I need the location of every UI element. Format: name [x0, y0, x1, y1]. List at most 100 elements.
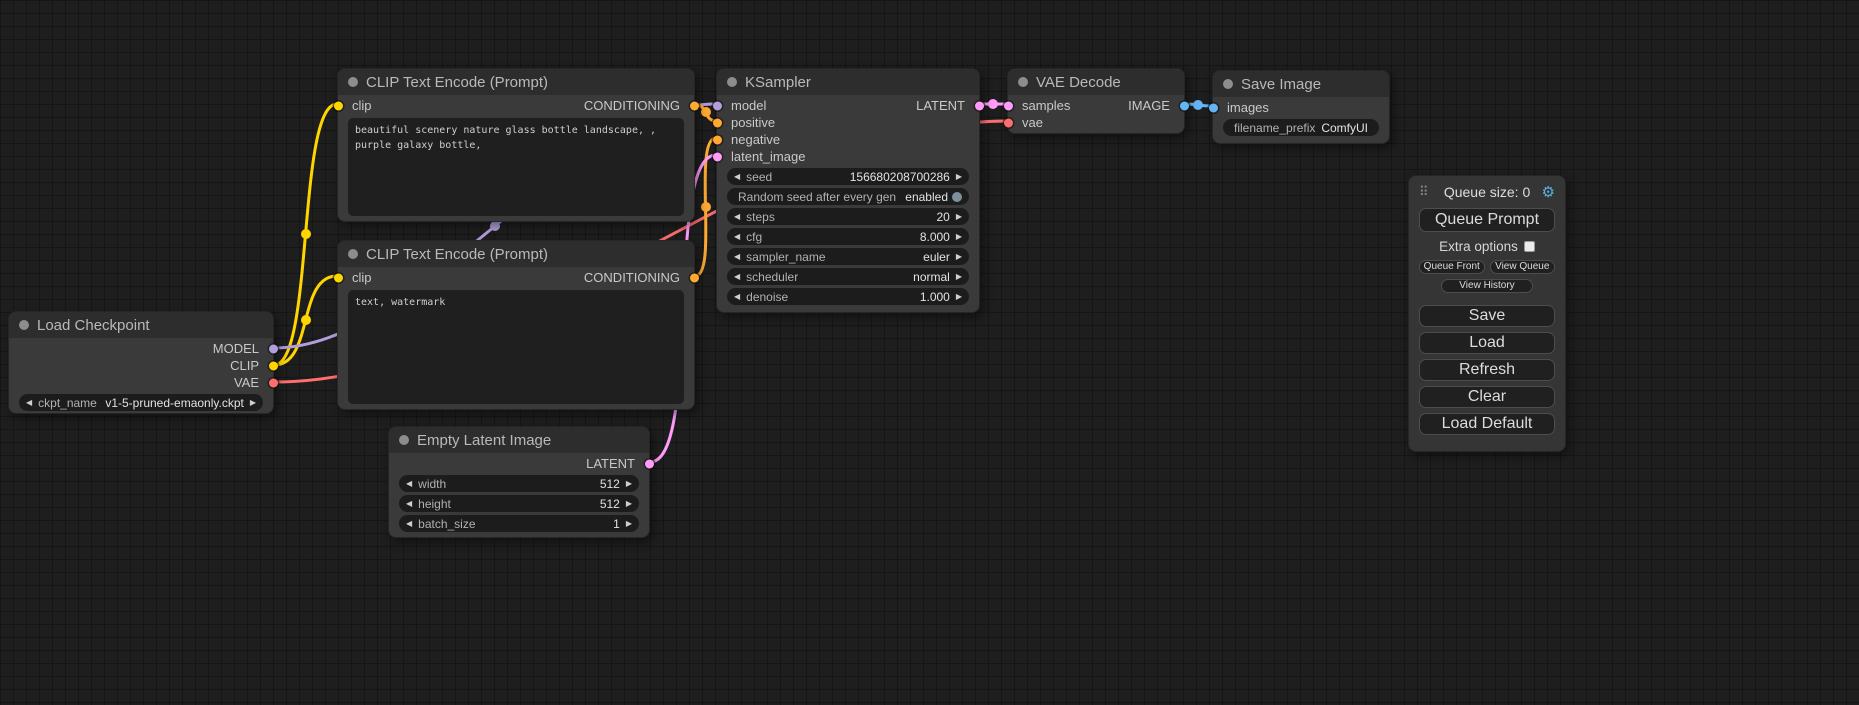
prompt-textarea[interactable]: text, watermark [348, 290, 684, 404]
widget-seed[interactable]: ◀ seed 156680208700286 ▶ [727, 168, 969, 185]
input-port-negative[interactable] [713, 135, 722, 144]
output-port-conditioning[interactable] [690, 101, 699, 110]
view-history-button[interactable]: View History [1441, 279, 1533, 293]
widget-label: cfg [746, 230, 762, 244]
increment-arrow-icon[interactable]: ▶ [956, 273, 962, 281]
node-clip-text-encode-negative[interactable]: CLIP Text Encode (Prompt) clip CONDITION… [337, 240, 695, 410]
widget-random-seed-toggle[interactable]: Random seed after every gen enabled [727, 188, 969, 205]
input-port-latent-image[interactable] [713, 152, 722, 161]
refresh-button[interactable]: Refresh [1419, 359, 1555, 381]
slot-row-model-latent: model LATENT [717, 97, 979, 114]
settings-gear-icon[interactable]: ⚙ [1542, 183, 1555, 201]
output-port-latent[interactable] [645, 459, 654, 468]
prompt-textarea[interactable]: beautiful scenery nature glass bottle la… [348, 118, 684, 216]
node-load-checkpoint[interactable]: Load Checkpoint MODEL CLIP VAE ◀ ckpt_na… [8, 311, 274, 414]
widget-sampler-name[interactable]: ◀ sampler_name euler ▶ [727, 248, 969, 265]
widget-cfg[interactable]: ◀ cfg 8.000 ▶ [727, 228, 969, 245]
menu-header: ⠿ Queue size: 0 ⚙ [1419, 182, 1555, 202]
increment-arrow-icon[interactable]: ▶ [956, 233, 962, 241]
decrement-arrow-icon[interactable]: ◀ [734, 293, 740, 301]
output-port-conditioning[interactable] [690, 273, 699, 282]
decrement-arrow-icon[interactable]: ◀ [734, 173, 740, 181]
node-ksampler[interactable]: KSampler model LATENT positive negative … [716, 68, 980, 313]
load-default-button[interactable]: Load Default [1419, 413, 1555, 435]
widget-label: ckpt_name [38, 396, 97, 410]
slot-row-clip-conditioning: clip CONDITIONING [338, 269, 694, 286]
increment-arrow-icon[interactable]: ▶ [956, 253, 962, 261]
widget-steps[interactable]: ◀ steps 20 ▶ [727, 208, 969, 225]
queue-prompt-button[interactable]: Queue Prompt [1419, 208, 1555, 232]
widget-ckpt-name[interactable]: ◀ ckpt_name v1-5-pruned-emaonly.ckpt ▶ [19, 394, 263, 411]
output-port-model[interactable] [269, 344, 278, 353]
extra-options-checkbox[interactable] [1524, 241, 1535, 252]
input-port-clip[interactable] [334, 101, 343, 110]
widget-value: 1 [613, 517, 620, 531]
widget-value: 20 [936, 210, 949, 224]
input-port-images[interactable] [1209, 103, 1218, 112]
node-graph-canvas[interactable]: Load Checkpoint MODEL CLIP VAE ◀ ckpt_na… [0, 0, 1859, 705]
collapse-dot-icon[interactable] [19, 320, 29, 330]
node-title-bar[interactable]: KSampler [717, 69, 979, 95]
node-save-image[interactable]: Save Image images filename_prefix ComfyU… [1212, 70, 1390, 144]
input-port-positive[interactable] [713, 118, 722, 127]
decrement-arrow-icon[interactable]: ◀ [734, 213, 740, 221]
decrement-arrow-icon[interactable]: ◀ [406, 520, 412, 528]
node-title-bar[interactable]: CLIP Text Encode (Prompt) [338, 241, 694, 267]
decrement-arrow-icon[interactable]: ◀ [406, 500, 412, 508]
widget-denoise[interactable]: ◀ denoise 1.000 ▶ [727, 288, 969, 305]
output-port-image[interactable] [1180, 101, 1189, 110]
decrement-arrow-icon[interactable]: ◀ [734, 253, 740, 261]
collapse-dot-icon[interactable] [348, 77, 358, 87]
collapse-dot-icon[interactable] [348, 249, 358, 259]
increment-arrow-icon[interactable]: ▶ [956, 213, 962, 221]
increment-arrow-icon[interactable]: ▶ [626, 480, 632, 488]
increment-arrow-icon[interactable]: ▶ [956, 173, 962, 181]
node-title: CLIP Text Encode (Prompt) [366, 74, 548, 91]
output-port-latent[interactable] [975, 101, 984, 110]
widget-label: width [418, 477, 446, 491]
widget-batch-size[interactable]: ◀ batch_size 1 ▶ [399, 515, 639, 532]
widget-filename-prefix[interactable]: filename_prefix ComfyUI [1223, 119, 1379, 136]
decrement-arrow-icon[interactable]: ◀ [406, 480, 412, 488]
view-queue-button[interactable]: View Queue [1490, 260, 1556, 274]
output-slot-clip: CLIP [9, 357, 273, 374]
decrement-arrow-icon[interactable]: ◀ [26, 399, 32, 407]
input-port-vae[interactable] [1004, 118, 1013, 127]
node-title-bar[interactable]: Save Image [1213, 71, 1389, 97]
node-vae-decode[interactable]: VAE Decode samples IMAGE vae [1007, 68, 1185, 134]
output-port-vae[interactable] [269, 378, 278, 387]
widget-width[interactable]: ◀ width 512 ▶ [399, 475, 639, 492]
widget-height[interactable]: ◀ height 512 ▶ [399, 495, 639, 512]
drag-handle-icon[interactable]: ⠿ [1419, 184, 1429, 200]
node-empty-latent-image[interactable]: Empty Latent Image LATENT ◀ width 512 ▶ … [388, 426, 650, 538]
collapse-dot-icon[interactable] [1223, 79, 1233, 89]
toggle-dot-icon[interactable] [952, 192, 962, 202]
increment-arrow-icon[interactable]: ▶ [250, 399, 256, 407]
input-port-model[interactable] [713, 101, 722, 110]
input-port-clip[interactable] [334, 273, 343, 282]
node-title-bar[interactable]: VAE Decode [1008, 69, 1184, 95]
input-port-samples[interactable] [1004, 101, 1013, 110]
node-clip-text-encode-positive[interactable]: CLIP Text Encode (Prompt) clip CONDITION… [337, 68, 695, 222]
increment-arrow-icon[interactable]: ▶ [956, 293, 962, 301]
save-button[interactable]: Save [1419, 305, 1555, 327]
clear-button[interactable]: Clear [1419, 386, 1555, 408]
slot-label: VAE [234, 375, 259, 390]
increment-arrow-icon[interactable]: ▶ [626, 500, 632, 508]
link-midpoint-dot [701, 107, 711, 117]
widget-scheduler[interactable]: ◀ scheduler normal ▶ [727, 268, 969, 285]
collapse-dot-icon[interactable] [1018, 77, 1028, 87]
collapse-dot-icon[interactable] [399, 435, 409, 445]
slot-label: LATENT [586, 456, 635, 471]
increment-arrow-icon[interactable]: ▶ [626, 520, 632, 528]
node-title-bar[interactable]: Load Checkpoint [9, 312, 273, 338]
node-title-bar[interactable]: CLIP Text Encode (Prompt) [338, 69, 694, 95]
load-button[interactable]: Load [1419, 332, 1555, 354]
slot-label: negative [731, 132, 780, 147]
node-title-bar[interactable]: Empty Latent Image [389, 427, 649, 453]
queue-front-button[interactable]: Queue Front [1419, 260, 1485, 274]
decrement-arrow-icon[interactable]: ◀ [734, 273, 740, 281]
decrement-arrow-icon[interactable]: ◀ [734, 233, 740, 241]
output-port-clip[interactable] [269, 361, 278, 370]
collapse-dot-icon[interactable] [727, 77, 737, 87]
